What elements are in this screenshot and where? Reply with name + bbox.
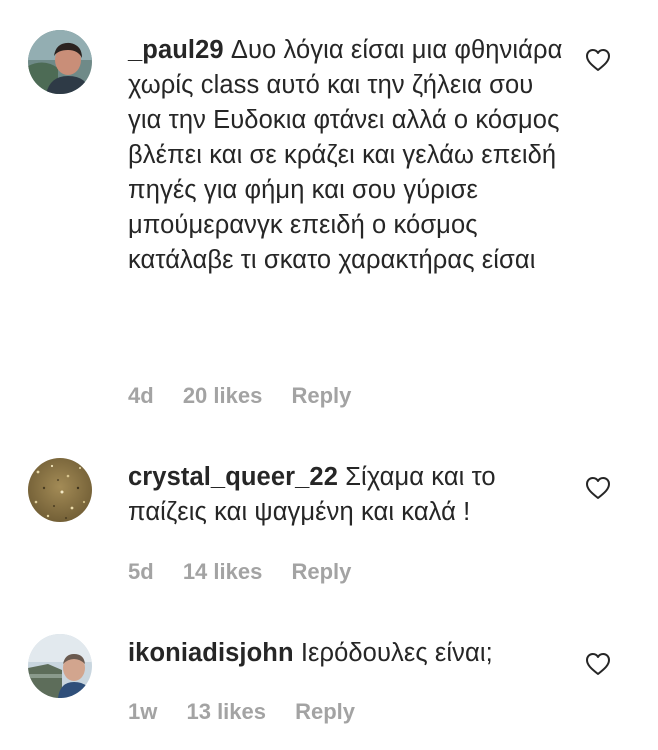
avatar[interactable] bbox=[28, 30, 92, 94]
comment-age: 4d bbox=[128, 383, 154, 408]
avatar[interactable] bbox=[28, 634, 92, 698]
heart-outline-icon bbox=[586, 477, 610, 499]
heart-outline-icon bbox=[586, 653, 610, 675]
comment-username[interactable]: crystal_queer_22 bbox=[128, 463, 338, 491]
user-avatar-photo bbox=[28, 30, 92, 94]
likes-count[interactable]: 20 likes bbox=[183, 383, 263, 408]
reply-button[interactable]: Reply bbox=[291, 559, 351, 584]
comment-age: 5d bbox=[128, 559, 154, 584]
like-button[interactable] bbox=[585, 476, 611, 500]
likes-count[interactable]: 13 likes bbox=[186, 699, 266, 724]
reply-button[interactable]: Reply bbox=[291, 383, 351, 408]
likes-count[interactable]: 14 likes bbox=[183, 559, 263, 584]
comment-text-block: _paul29 Δυο λόγια είσαι μια φθηνιάρα χωρ… bbox=[128, 33, 568, 278]
comment-text: Ιερόδουλες είναι; bbox=[300, 639, 493, 667]
comment-text-block: crystal_queer_22 Σίχαμα και το παίζεις κ… bbox=[128, 460, 568, 530]
heart-outline-icon bbox=[586, 49, 610, 71]
comment-age: 1w bbox=[128, 699, 158, 724]
reply-button[interactable]: Reply bbox=[295, 699, 355, 724]
user-avatar-photo bbox=[28, 634, 92, 698]
comment-text: Δυο λόγια είσαι μια φθηνιάρα χωρίς class… bbox=[128, 36, 563, 274]
avatar[interactable] bbox=[28, 458, 92, 522]
like-button[interactable] bbox=[585, 48, 611, 72]
comment-meta: 5d 14 likes Reply bbox=[128, 559, 374, 585]
comment-meta: 4d 20 likes Reply bbox=[128, 383, 374, 409]
comment-meta: 1w 13 likes Reply bbox=[128, 699, 378, 725]
comment-username[interactable]: _paul29 bbox=[128, 36, 224, 64]
glitter-avatar bbox=[28, 458, 92, 522]
like-button[interactable] bbox=[585, 652, 611, 676]
comment-text-block: ikoniadisjohn Ιερόδουλες είναι; bbox=[128, 636, 568, 671]
comment-username[interactable]: ikoniadisjohn bbox=[128, 639, 294, 667]
